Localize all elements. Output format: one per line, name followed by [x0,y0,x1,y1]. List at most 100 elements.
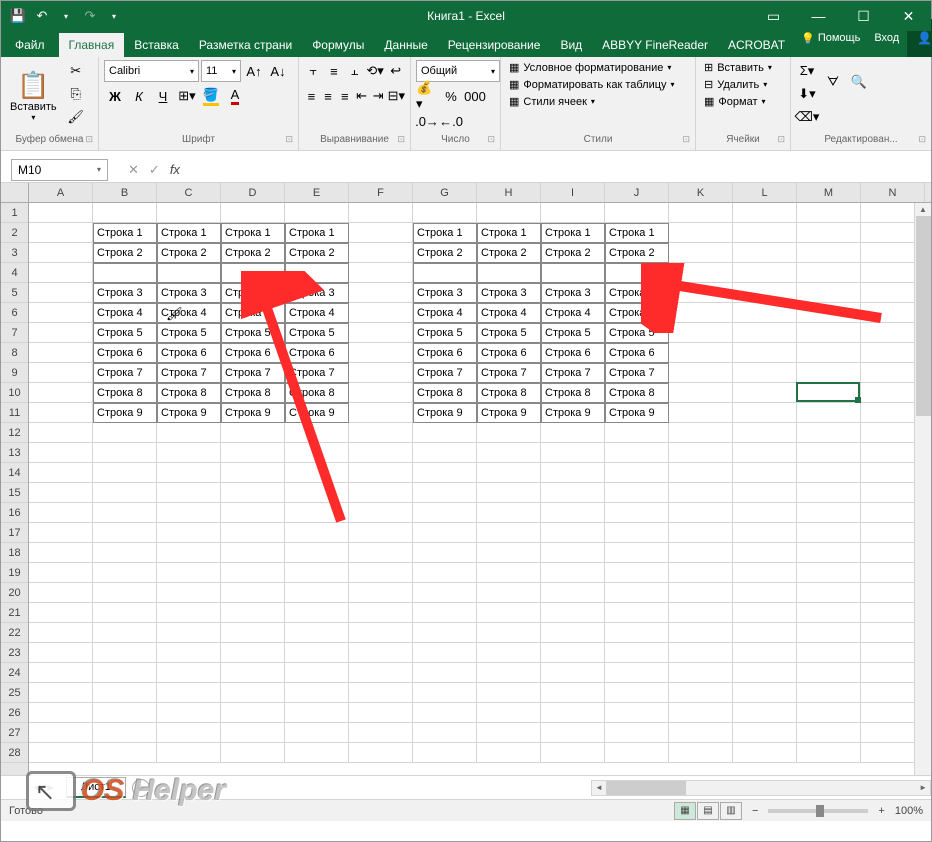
align-right-button[interactable]: ≡ [337,85,352,107]
cell[interactable] [797,723,861,743]
cell[interactable] [349,663,413,683]
cell[interactable] [93,483,157,503]
cell[interactable] [285,203,349,223]
cell[interactable] [349,203,413,223]
tab-view[interactable]: Вид [550,33,592,57]
cell[interactable] [221,683,285,703]
row-header[interactable]: 10 [1,383,28,403]
row-header[interactable]: 28 [1,743,28,763]
cell[interactable] [733,643,797,663]
cell[interactable]: Строка 4 [605,303,669,323]
cell[interactable] [541,743,605,763]
cell[interactable] [285,683,349,703]
font-size-select[interactable]: 11▾ [201,60,241,82]
cell[interactable] [541,643,605,663]
row-header[interactable]: 27 [1,723,28,743]
tab-insert[interactable]: Вставка [124,33,189,57]
cell[interactable] [29,203,93,223]
cell[interactable]: Строка 9 [413,403,477,423]
cell[interactable] [669,683,733,703]
cell[interactable] [733,563,797,583]
cell[interactable] [541,203,605,223]
cell[interactable]: Строка 1 [221,223,285,243]
cell[interactable] [29,603,93,623]
cell[interactable] [29,303,93,323]
cell[interactable] [93,703,157,723]
cell[interactable] [93,723,157,743]
row-header[interactable]: 17 [1,523,28,543]
cell[interactable] [221,423,285,443]
column-header[interactable]: E [285,183,349,202]
cell[interactable] [221,583,285,603]
cell[interactable] [221,723,285,743]
cell[interactable] [29,623,93,643]
cell[interactable]: Строка 8 [541,383,605,403]
cell[interactable]: Строка 6 [605,343,669,363]
cell[interactable] [541,623,605,643]
cell[interactable] [477,583,541,603]
cell[interactable] [413,723,477,743]
cell[interactable]: Строка 4 [285,303,349,323]
cell[interactable] [285,623,349,643]
column-header[interactable]: B [93,183,157,202]
align-middle-button[interactable]: ≡ [325,60,344,82]
accept-formula-button[interactable]: ✓ [149,162,160,178]
zoom-level[interactable]: 100% [895,805,923,817]
currency-button[interactable]: 💰▾ [416,85,438,107]
cell[interactable]: Строка 8 [93,383,157,403]
cell[interactable] [669,243,733,263]
cell[interactable] [797,243,861,263]
increase-font-button[interactable]: A↑ [243,60,265,82]
cell[interactable] [93,643,157,663]
cell[interactable] [285,443,349,463]
cell[interactable]: Строка 2 [605,243,669,263]
cell[interactable]: Строка 8 [413,383,477,403]
cell[interactable] [349,623,413,643]
cell[interactable] [29,223,93,243]
column-header[interactable]: N [861,183,925,202]
cell[interactable] [733,203,797,223]
tab-acrobat[interactable]: ACROBAT [718,33,795,57]
cell[interactable] [285,543,349,563]
cell[interactable]: Строка 9 [605,403,669,423]
cell[interactable] [349,683,413,703]
cancel-formula-button[interactable]: ✕ [128,162,139,178]
cell[interactable] [221,523,285,543]
cell[interactable] [669,443,733,463]
cell[interactable] [285,703,349,723]
cell[interactable]: Строка 8 [285,383,349,403]
cells-area[interactable]: Строка 1Строка 1Строка 1Строка 1Строка 1… [29,203,931,775]
row-header[interactable]: 16 [1,503,28,523]
cell[interactable]: Строка 2 [413,243,477,263]
sort-filter-button[interactable]: ᗊ [822,60,844,104]
fill-color-button[interactable]: 🪣 [200,85,222,107]
cell[interactable]: Строка 9 [93,403,157,423]
maximize-button[interactable]: ☐ [841,1,886,31]
cell[interactable]: Строка 2 [477,243,541,263]
tab-file[interactable]: Файл [1,33,59,57]
cell[interactable] [29,243,93,263]
cell[interactable] [733,283,797,303]
conditional-format-button[interactable]: ▦Условное форматирование▾ [506,60,690,75]
cell[interactable]: Строка 4 [413,303,477,323]
row-header[interactable]: 1 [1,203,28,223]
cell[interactable] [221,703,285,723]
cell[interactable] [605,723,669,743]
cell[interactable]: Строка 3 [605,283,669,303]
close-button[interactable]: ✕ [886,1,931,31]
cell[interactable] [477,483,541,503]
decrease-indent-button[interactable]: ⇤ [354,85,369,107]
cell[interactable]: Строка 6 [221,343,285,363]
cell[interactable]: Строка 5 [157,323,221,343]
cell[interactable] [29,383,93,403]
cell[interactable] [797,343,861,363]
cell[interactable] [285,503,349,523]
cell[interactable] [669,203,733,223]
cell[interactable] [349,543,413,563]
cell[interactable] [605,643,669,663]
cell[interactable] [477,263,541,283]
cell[interactable]: Строка 6 [93,343,157,363]
cell[interactable] [349,243,413,263]
cell[interactable] [157,663,221,683]
cell[interactable] [797,463,861,483]
